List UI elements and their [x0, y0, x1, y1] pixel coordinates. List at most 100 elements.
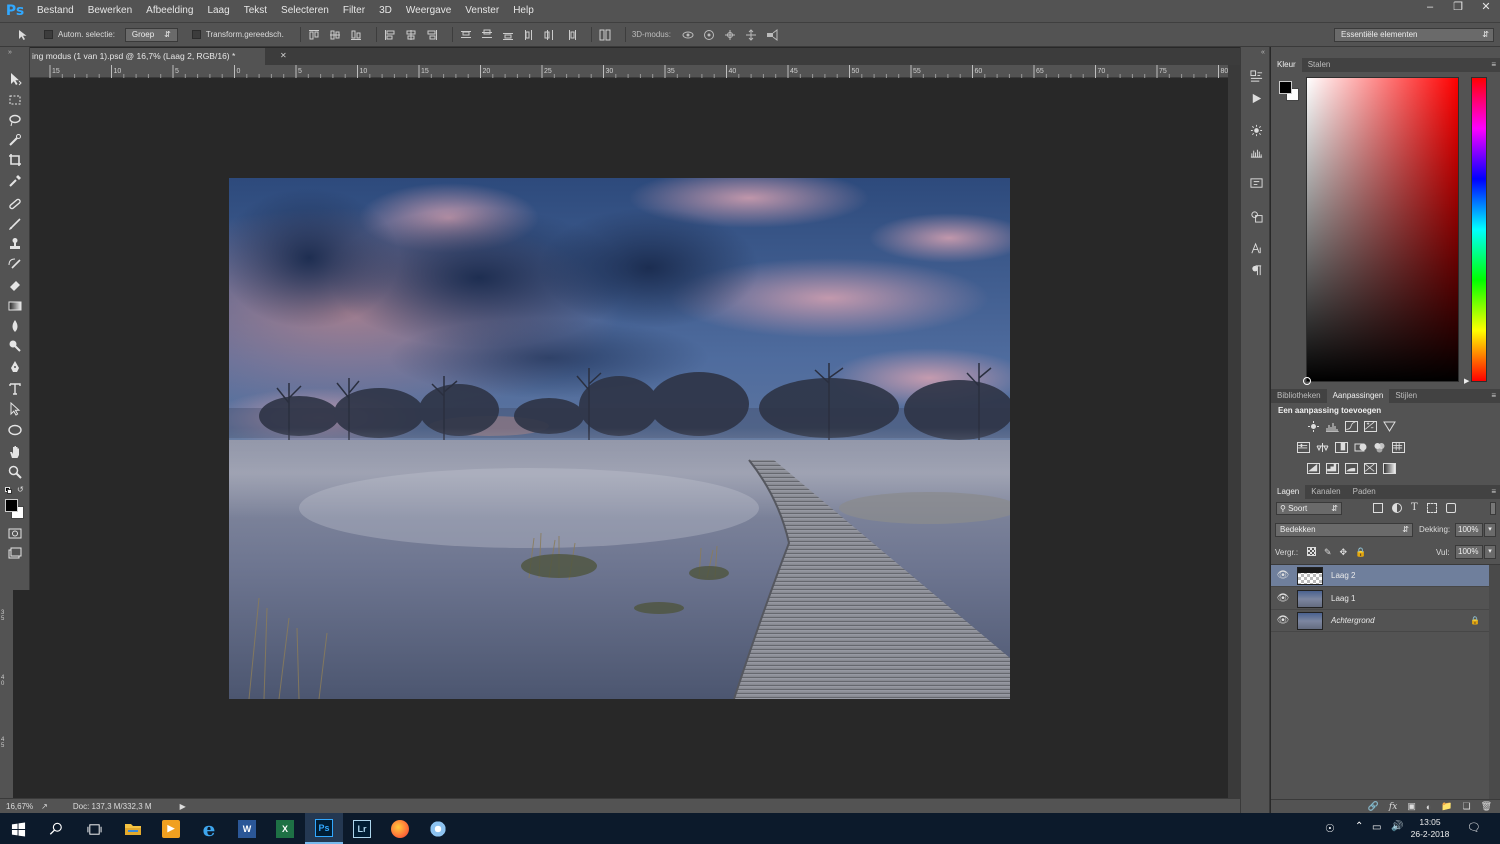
export-icon[interactable]: ↗: [41, 802, 48, 811]
tab-kleur[interactable]: Kleur: [1271, 58, 1302, 72]
layer-style-icon[interactable]: fx: [1389, 802, 1397, 812]
distribute-hcenter-icon[interactable]: [543, 28, 557, 42]
opacity-slider-arrow-icon[interactable]: ▾: [1484, 523, 1496, 537]
taskbar-app-word[interactable]: W: [228, 813, 266, 844]
3d-orbit-icon[interactable]: [681, 28, 695, 42]
lock-paint-icon[interactable]: ✎: [1324, 547, 1332, 558]
status-menu-arrow-icon[interactable]: ▶: [180, 802, 186, 811]
align-top-icon[interactable]: [307, 28, 321, 42]
color-balance-icon[interactable]: [1316, 442, 1329, 453]
info-icon[interactable]: [1248, 175, 1264, 191]
windows-start-icon[interactable]: [6, 817, 30, 841]
ellipse-tool-icon[interactable]: [5, 421, 25, 439]
filter-pixel-icon[interactable]: [1373, 503, 1383, 513]
auto-align-icon[interactable]: [598, 28, 612, 42]
tab-aanpassingen[interactable]: Aanpassingen: [1326, 389, 1390, 403]
restore-icon[interactable]: ❐: [1444, 0, 1472, 16]
menu-bewerken[interactable]: Bewerken: [81, 0, 139, 22]
close-tab-icon[interactable]: ✕: [280, 51, 287, 60]
filter-type-icon[interactable]: T: [1411, 503, 1418, 513]
eraser-tool-icon[interactable]: [5, 276, 25, 294]
menu-venster[interactable]: Venster: [458, 0, 506, 22]
history-icon[interactable]: [1248, 68, 1264, 84]
filter-toggle[interactable]: [1490, 502, 1496, 515]
history-brush-tool-icon[interactable]: [5, 256, 25, 274]
move-tool-preset-icon[interactable]: [16, 28, 30, 42]
3d-slide-icon[interactable]: [744, 28, 758, 42]
panel-menu-icon[interactable]: ≡: [1491, 487, 1496, 496]
menu-3d[interactable]: 3D: [372, 0, 399, 22]
auto-select-checkbox[interactable]: [44, 30, 53, 39]
foreground-color-swatch[interactable]: [1279, 81, 1292, 94]
color-field[interactable]: [1303, 77, 1459, 385]
vertical-scrollbar[interactable]: [1228, 65, 1240, 798]
notifications-icon[interactable]: 🗨: [1467, 821, 1481, 834]
document-image[interactable]: [229, 178, 1010, 699]
menu-selecteren[interactable]: Selecteren: [274, 0, 336, 22]
dodge-tool-icon[interactable]: [5, 337, 25, 355]
align-bottom-icon[interactable]: [349, 28, 363, 42]
swap-colors-icon[interactable]: ↺: [17, 485, 24, 494]
align-vcenter-icon[interactable]: [328, 28, 342, 42]
blur-tool-icon[interactable]: [5, 317, 25, 335]
visibility-eye-icon[interactable]: 👁: [1271, 593, 1295, 604]
taskbar-app-media[interactable]: ▶: [152, 813, 190, 844]
minimize-icon[interactable]: –: [1416, 0, 1444, 16]
taskbar-app-photoshop[interactable]: Ps: [305, 813, 343, 844]
foreground-color-swatch[interactable]: [5, 499, 18, 512]
3d-scale-icon[interactable]: [765, 28, 779, 42]
taskbar-app-paint[interactable]: [419, 813, 457, 844]
panel-menu-icon[interactable]: ≡: [1491, 391, 1496, 400]
threshold-icon[interactable]: [1345, 463, 1358, 474]
crop-tool-icon[interactable]: [5, 151, 25, 169]
new-group-icon[interactable]: 📁: [1441, 801, 1452, 812]
tab-kanalen[interactable]: Kanalen: [1305, 485, 1346, 499]
filter-smart-object-icon[interactable]: [1445, 503, 1456, 513]
canvas-area[interactable]: [30, 78, 1228, 798]
default-colors-icon[interactable]: [5, 487, 13, 495]
character-icon[interactable]: [1248, 240, 1264, 256]
delete-layer-icon[interactable]: 🗑: [1481, 801, 1492, 812]
color-lookup-icon[interactable]: [1392, 442, 1405, 453]
fill-input[interactable]: 100%: [1455, 545, 1483, 559]
clone-stamp-tool-icon[interactable]: [5, 235, 25, 253]
new-adjustment-icon[interactable]: ◐: [1426, 802, 1431, 812]
lasso-tool-icon[interactable]: [5, 111, 25, 129]
task-view-icon[interactable]: [82, 817, 106, 841]
menu-afbeelding[interactable]: Afbeelding: [139, 0, 200, 22]
collapse-panel-icon[interactable]: »: [8, 49, 12, 56]
people-icon[interactable]: ☉: [1325, 822, 1335, 835]
workspace-dropdown[interactable]: Essentiële elementen ⇵: [1334, 28, 1494, 42]
add-mask-icon[interactable]: ▣: [1407, 801, 1416, 812]
hand-tool-icon[interactable]: [5, 443, 25, 461]
vibrance-icon[interactable]: [1383, 421, 1396, 432]
auto-select-dropdown[interactable]: Groep ⇵: [124, 27, 178, 42]
selective-color-icon[interactable]: [1364, 463, 1377, 474]
photo-filter-icon[interactable]: [1354, 442, 1367, 453]
tab-lagen[interactable]: Lagen: [1271, 485, 1306, 499]
visibility-eye-icon[interactable]: 👁: [1271, 570, 1295, 581]
hue-slider-handle-icon[interactable]: ▶: [1464, 377, 1469, 385]
fill-slider-arrow-icon[interactable]: ▾: [1484, 545, 1496, 559]
taskbar-app-lightroom[interactable]: Lr: [343, 813, 381, 844]
menu-weergave[interactable]: Weergave: [399, 0, 458, 22]
3d-pan-icon[interactable]: [723, 28, 737, 42]
marquee-tool-icon[interactable]: [5, 91, 25, 109]
system-clock[interactable]: 13:05 26-2-2018: [1404, 816, 1456, 840]
gradient-tool-icon[interactable]: [5, 297, 25, 315]
3d-roll-icon[interactable]: [702, 28, 716, 42]
volume-icon[interactable]: 🔊: [1391, 821, 1403, 832]
zoom-level[interactable]: 16,67%: [6, 802, 33, 811]
posterize-icon[interactable]: [1326, 463, 1339, 474]
layer-name[interactable]: Laag 2: [1331, 571, 1355, 580]
actions-play-icon[interactable]: [1248, 90, 1264, 106]
transform-checkbox[interactable]: [191, 30, 201, 39]
visibility-eye-icon[interactable]: 👁: [1271, 615, 1295, 626]
color-picker-handle[interactable]: [1303, 377, 1311, 385]
menu-filter[interactable]: Filter: [336, 0, 372, 22]
adjustments-sun-icon[interactable]: [1248, 122, 1264, 138]
invert-icon[interactable]: [1307, 463, 1320, 474]
menu-bestand[interactable]: Bestand: [30, 0, 81, 22]
menu-tekst[interactable]: Tekst: [237, 0, 274, 22]
layer-name[interactable]: Achtergrond: [1331, 616, 1375, 625]
